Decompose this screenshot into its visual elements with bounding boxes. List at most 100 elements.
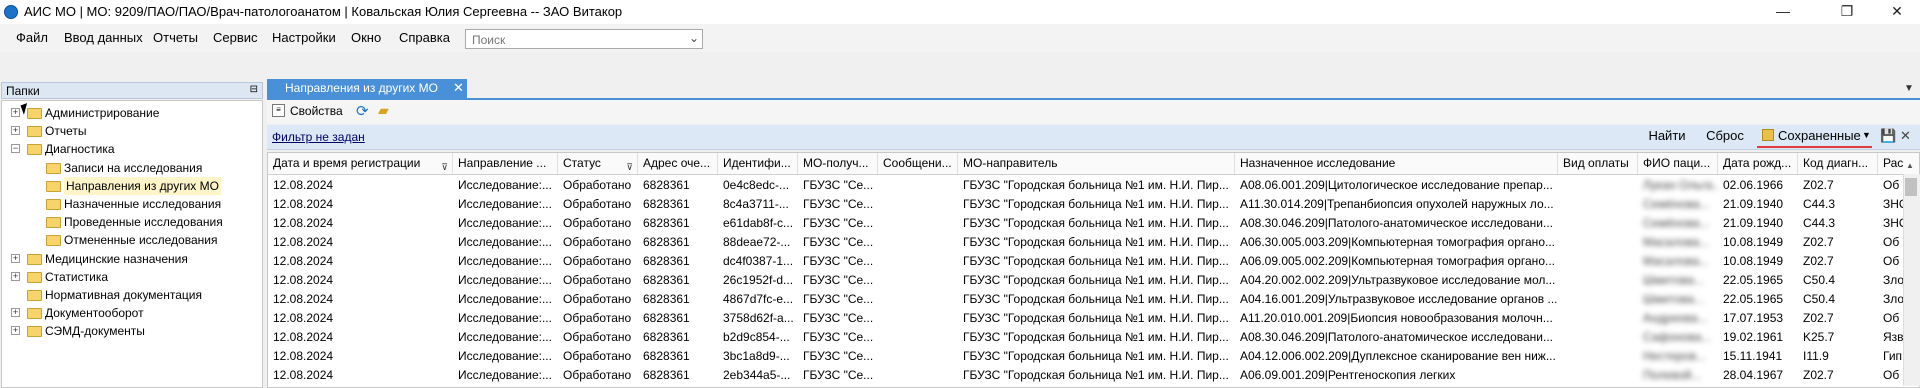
table-row[interactable]: 12.08.2024 Исследование:... Обработано 6828…: [268, 195, 1908, 214]
find-button[interactable]: Найти: [1642, 128, 1692, 147]
table-cell: K25.7: [1803, 330, 1835, 344]
tree-item[interactable]: Отмененные исследования: [2, 231, 260, 249]
tab-close-icon[interactable]: ✕: [453, 80, 464, 96]
column-header[interactable]: Дата и время регистрации ⊽: [268, 153, 453, 174]
table-cell: 26c1952f-d...: [723, 273, 794, 287]
column-header-label: Дата рожд...: [1723, 156, 1792, 170]
collapse-icon[interactable]: −: [11, 144, 20, 154]
tree-item[interactable]: Записи на исследования: [2, 159, 260, 177]
maximize-button[interactable]: ❐: [1824, 0, 1870, 24]
properties-button[interactable]: Свойства: [290, 104, 343, 118]
search-input[interactable]: [470, 31, 684, 49]
tree-item[interactable]: + СЭМД-документы: [2, 322, 260, 340]
menu-service[interactable]: Сервис: [213, 30, 258, 45]
tree-item[interactable]: − Диагностика: [2, 140, 260, 158]
filter-sort-icon[interactable]: ⊽: [626, 157, 633, 174]
table-row[interactable]: 12.08.2024 Исследование:... Обработано 6828…: [268, 214, 1908, 233]
folder-tree[interactable]: + Администрирование + Отчеты − Диагностика Зап…: [1, 100, 263, 388]
tab-referrals-from-other-mo[interactable]: Направления из других МО ✕: [267, 79, 467, 98]
column-header[interactable]: Назначенное исследование: [1235, 153, 1558, 174]
folder-export-icon[interactable]: ▰: [378, 102, 389, 119]
minimize-button[interactable]: —: [1760, 0, 1806, 24]
refresh-icon[interactable]: ⟳: [356, 102, 369, 120]
menu-window[interactable]: Окно: [351, 30, 381, 45]
table-cell: ГБУЗС "Городская больница №1 им. Н.И. Пи…: [963, 273, 1229, 287]
column-header[interactable]: Сообщени...: [878, 153, 958, 174]
table-cell: ГБУЗС "Се...: [803, 254, 874, 268]
table-row[interactable]: 12.08.2024 Исследование:... Обработано 6828…: [268, 290, 1904, 309]
tree-item[interactable]: Направления из других МО: [2, 176, 260, 195]
tree-item[interactable]: + Документооборот: [2, 304, 260, 322]
table-cell: A08.30.046.209|Патолого-анатомическое ис…: [1240, 216, 1553, 230]
filter-link[interactable]: Фильтр не задан: [272, 130, 365, 144]
menu-reports[interactable]: Отчеты: [153, 30, 198, 45]
tree-item[interactable]: + Статистика: [2, 268, 260, 286]
caret-down-icon[interactable]: ▼: [1862, 130, 1871, 140]
table-row[interactable]: 12.08.2024 Исследование:... Обработано 6828…: [268, 309, 1901, 328]
tree-item[interactable]: Назначенные исследования: [2, 195, 260, 213]
table-cell: 88deae72-...: [723, 235, 791, 249]
filter-sort-icon[interactable]: ⊽: [441, 157, 448, 174]
table-row[interactable]: 12.08.2024 Исследование:... Обработано 6828…: [268, 328, 1904, 347]
search-combobox[interactable]: ⌄: [465, 29, 703, 49]
chevron-down-icon[interactable]: ⌄: [689, 31, 699, 45]
table-row[interactable]: 12.08.2024 Исследование:... Обработано 6828…: [268, 176, 1901, 195]
table-row[interactable]: 12.08.2024 Исследование:... Обработано 6828…: [268, 252, 1901, 271]
table-cell: [1558, 328, 1638, 347]
tree-item[interactable]: + Медицинские назначения: [2, 250, 260, 268]
close-window-button[interactable]: ✕: [1874, 0, 1920, 24]
column-header[interactable]: Адрес оче...: [638, 153, 718, 174]
table-row[interactable]: 12.08.2024 Исследование:... Обработано 6828…: [268, 347, 1902, 366]
table-cell: Шмитова...: [1643, 273, 1704, 287]
saved-filters-button[interactable]: Сохраненные: [1778, 128, 1861, 143]
table-row[interactable]: 12.08.2024 Исследование:... Обработано 6828…: [268, 271, 1904, 290]
table-cell: 12.08.2024: [273, 178, 334, 192]
scroll-up-icon[interactable]: ▲: [1906, 161, 1914, 170]
pin-icon[interactable]: ⊟: [250, 84, 258, 95]
save-filter-icon[interactable]: 💾: [1880, 128, 1896, 144]
close-filter-icon[interactable]: ✕: [1900, 128, 1911, 144]
tree-item-label: Назначенные исследования: [64, 197, 222, 211]
tab-list-dropdown-icon[interactable]: ▼: [1904, 83, 1914, 94]
menu-settings[interactable]: Настройки: [272, 30, 336, 45]
table-cell: 22.05.1965: [1723, 273, 1784, 287]
column-header[interactable]: Код диагн...: [1798, 153, 1878, 174]
expand-icon[interactable]: +: [11, 108, 20, 117]
expand-icon[interactable]: +: [11, 308, 20, 318]
column-header[interactable]: Дата рожд...: [1718, 153, 1798, 174]
vertical-scrollbar[interactable]: [1903, 174, 1920, 386]
column-header[interactable]: Идентифи...: [718, 153, 798, 174]
table-cell: ГБУЗС "Городская больница №1 им. Н.И. Пи…: [963, 254, 1229, 268]
table-row[interactable]: 12.08.2024 Исследование:... Обработано 6828…: [268, 366, 1901, 385]
table-cell: A06.09.001.209|Рентгеноскопия легких: [1240, 368, 1456, 382]
expand-icon[interactable]: +: [11, 271, 20, 281]
tab-strip: [267, 79, 1920, 100]
expand-icon[interactable]: +: [11, 253, 20, 263]
scrollbar-thumb[interactable]: [1905, 178, 1917, 196]
tree-item[interactable]: + Администрирование: [2, 104, 260, 122]
column-header[interactable]: ФИО паци...: [1638, 153, 1718, 174]
reset-button[interactable]: Сброс: [1700, 128, 1750, 147]
expand-icon[interactable]: +: [11, 326, 20, 336]
table-cell: 22.05.1965: [1723, 292, 1784, 306]
table-cell: Семёнова...: [1643, 216, 1710, 230]
menu-file[interactable]: Файл: [16, 30, 48, 45]
tree-item[interactable]: + Отчеты: [2, 122, 260, 140]
table-cell: Обработано: [563, 197, 632, 211]
column-header[interactable]: Вид оплаты: [1558, 153, 1638, 174]
menu-data-entry[interactable]: Ввод данных: [64, 30, 143, 45]
tree-item-label: Направления из других МО: [64, 176, 221, 195]
table-cell: Обработано: [563, 178, 632, 192]
referrals-table[interactable]: Дата и время регистрации ⊽ Направление ...…: [267, 152, 1920, 388]
column-header[interactable]: Направление ...: [453, 153, 558, 174]
column-header[interactable]: МО-направитель: [958, 153, 1235, 174]
menu-help[interactable]: Справка: [399, 30, 450, 45]
expand-icon[interactable]: +: [11, 126, 20, 136]
table-row[interactable]: 12.08.2024 Исследование:... Обработано 6828…: [268, 233, 1901, 252]
toolbar: [267, 100, 1920, 124]
column-header[interactable]: МО-получ...: [798, 153, 878, 174]
table-cell: ГБУЗС "Городская больница №1 им. Н.И. Пи…: [963, 216, 1229, 230]
tree-item[interactable]: Проведенные исследования: [2, 213, 260, 231]
column-header[interactable]: Статус ⊽: [558, 153, 638, 174]
tree-item[interactable]: Нормативная документация: [2, 286, 260, 304]
